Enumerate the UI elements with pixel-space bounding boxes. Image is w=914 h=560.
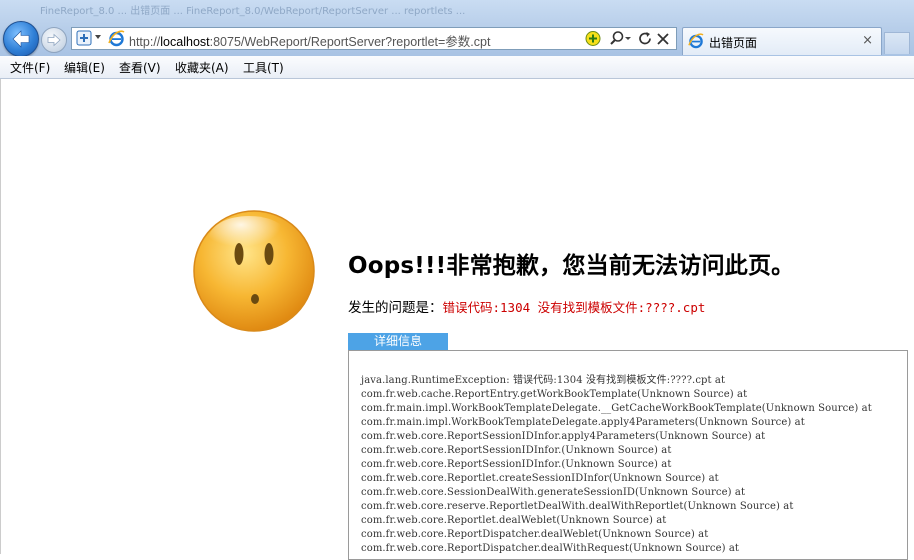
ie-logo-icon (688, 33, 704, 49)
back-button[interactable] (3, 21, 39, 57)
menu-edit[interactable]: 编辑(E) (64, 59, 105, 76)
menu-tools[interactable]: 工具(T) (243, 59, 284, 76)
problem-message: 错误代码:1304 没有找到模板文件:????.cpt (442, 300, 706, 315)
stop-icon[interactable] (654, 29, 672, 48)
stack-line: com.fr.web.core.ReportSessionIDInfor.(Un… (361, 445, 672, 456)
forward-arrow-icon (47, 33, 61, 47)
menu-bar: 文件(F) 编辑(E) 查看(V) 收藏夹(A) 工具(T) (0, 56, 914, 79)
close-icon[interactable]: × (862, 33, 873, 48)
back-arrow-icon (12, 30, 30, 48)
menu-file[interactable]: 文件(F) (10, 59, 50, 76)
add-favorite-icon[interactable] (584, 29, 602, 48)
tab-title: 出错页面 (709, 36, 758, 50)
tab-details[interactable]: 详细信息 (348, 333, 448, 350)
url-host: localhost (160, 35, 210, 49)
search-dropdown-icon[interactable] (624, 29, 632, 48)
url-rest: :8075/WebReport/ReportServer?reportlet=参… (209, 35, 491, 49)
url-prefix: http:// (129, 35, 161, 49)
url-text[interactable]: http://localhost:8075/WebReport/ReportSe… (129, 31, 490, 50)
menu-view[interactable]: 查看(V) (119, 59, 161, 76)
stack-line: com.fr.web.cache.ReportEntry.getWorkBook… (361, 389, 748, 400)
problem-label: 发生的问题是： (348, 300, 443, 316)
stack-line: java.lang.RuntimeException: 错误代码:1304 没有… (361, 375, 726, 386)
stack-line: com.fr.web.core.reserve.ReportletDealWit… (361, 501, 794, 512)
compatibility-view-icon[interactable] (76, 30, 92, 46)
browser-toolbar: FineReport_8.0 ... 出错页面 ... FineReport_8… (0, 0, 914, 57)
window-title: FineReport_8.0 ... 出错页面 ... FineReport_8… (40, 6, 466, 17)
stack-line: com.fr.web.core.ReportSessionIDInfor.app… (361, 431, 766, 442)
problem-line: 发生的问题是：错误代码:1304 没有找到模板文件:????.cpt (348, 296, 705, 316)
ie-logo-icon (108, 30, 125, 47)
address-bar[interactable]: http://localhost:8075/WebReport/ReportSe… (71, 27, 677, 50)
stack-line: com.fr.main.impl.WorkBookTemplateDelegat… (361, 403, 872, 414)
refresh-icon[interactable] (636, 29, 654, 48)
stack-trace: java.lang.RuntimeException: 错误代码:1304 没有… (361, 374, 872, 556)
stack-line: com.fr.web.core.Reportlet.dealWeblet(Unk… (361, 515, 667, 526)
stack-line: com.fr.web.core.ReportSessionIDInfor.(Un… (361, 459, 672, 470)
address-tools (584, 29, 674, 48)
forward-button[interactable] (41, 27, 67, 53)
chevron-down-icon[interactable] (95, 35, 101, 39)
menu-favorites[interactable]: 收藏夹(A) (175, 59, 229, 76)
sad-face-icon (193, 210, 315, 332)
stack-line: com.fr.web.core.SessionDealWith.generate… (361, 487, 746, 498)
stack-line: com.fr.web.core.Reportlet.createSessionI… (361, 473, 719, 484)
new-tab-button[interactable] (884, 32, 910, 54)
error-title: Oops!!!非常抱歉，您当前无法访问此页。 (348, 253, 795, 279)
stack-line: com.fr.main.impl.WorkBookTemplateDelegat… (361, 417, 805, 428)
tab-error-page[interactable]: 出错页面 × (682, 27, 882, 55)
details-panel: java.lang.RuntimeException: 错误代码:1304 没有… (348, 350, 908, 560)
stack-line: com.fr.web.core.ReportDispatcher.dealWeb… (361, 529, 709, 540)
